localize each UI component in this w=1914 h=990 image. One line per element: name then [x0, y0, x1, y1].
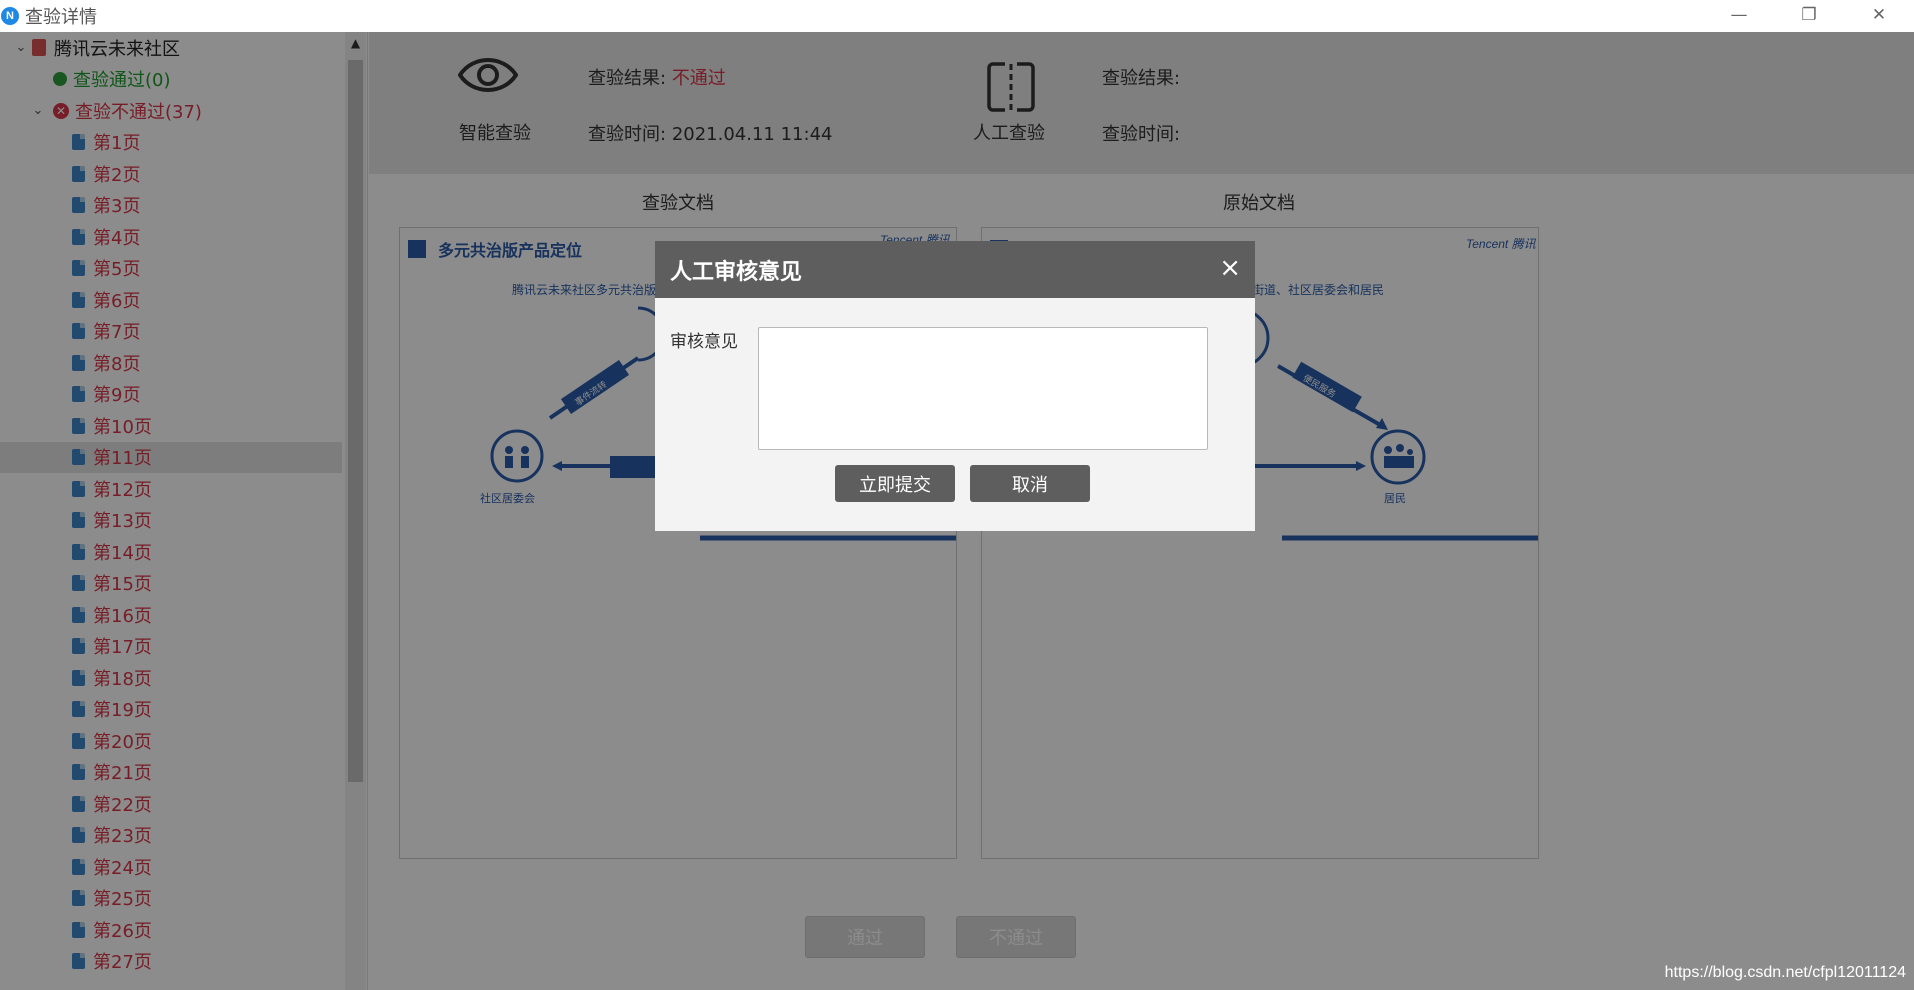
submit-button[interactable]: 立即提交: [835, 465, 955, 502]
review-opinion-textarea[interactable]: [758, 327, 1208, 450]
minimize-icon[interactable]: —: [1704, 0, 1774, 30]
close-window-icon[interactable]: ✕: [1844, 0, 1914, 30]
title-bar: N 查验详情 — ❐ ✕: [0, 0, 1914, 32]
review-dialog: 人工审核意见 × 审核意见 立即提交 取消: [655, 241, 1255, 531]
review-opinion-label: 审核意见: [670, 332, 738, 352]
close-icon[interactable]: ×: [1219, 253, 1241, 283]
dialog-title: 人工审核意见: [670, 259, 803, 285]
window-title: 查验详情: [25, 7, 97, 28]
watermark: https://blog.csdn.net/cfpl12011124: [1664, 964, 1906, 981]
window-controls: — ❐ ✕: [1704, 0, 1914, 30]
restore-icon[interactable]: ❐: [1774, 0, 1844, 30]
dialog-header: 人工审核意见 ×: [655, 241, 1255, 298]
app-logo-icon: N: [1, 7, 19, 25]
cancel-button[interactable]: 取消: [970, 465, 1090, 502]
